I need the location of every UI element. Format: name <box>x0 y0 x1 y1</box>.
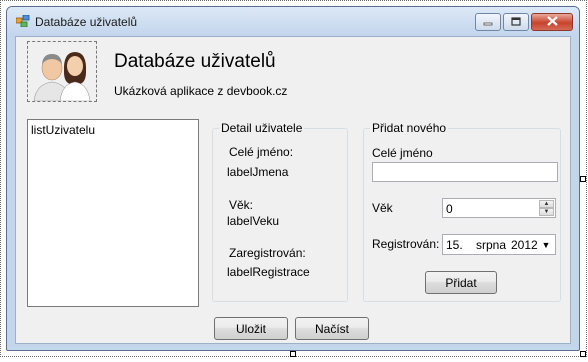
user-detail-group-title: Detail uživatele <box>219 121 305 135</box>
form-window: Databáze uživatelů Databáze uživatelů Uk… <box>6 6 580 351</box>
add-user-group-title: Přidat nového <box>370 121 449 135</box>
full-name-caption: Celé jméno: <box>229 145 294 159</box>
user-detail-groupbox: Detail uživatele Celé jméno: labelJmena … <box>212 121 348 302</box>
age-numeric-updown[interactable]: 0 ▲ ▼ <box>442 198 556 218</box>
full-name-value: labelJmena <box>227 165 289 179</box>
window-title: Databáze uživatelů <box>35 15 138 29</box>
save-button[interactable]: Uložit <box>214 317 288 340</box>
app-title: Databáze uživatelů <box>114 51 276 72</box>
chevron-up-icon: ▲ <box>543 201 550 207</box>
spin-up-button[interactable]: ▲ <box>539 200 554 208</box>
listbox-name-label: listUzivatelu <box>31 123 96 137</box>
new-name-input[interactable] <box>372 162 558 182</box>
minimize-icon <box>483 15 493 29</box>
date-year: 2012 <box>511 238 538 252</box>
maximize-button[interactable] <box>503 13 529 31</box>
load-button[interactable]: Načíst <box>295 317 369 340</box>
close-button[interactable] <box>531 13 573 31</box>
resize-handle-corner[interactable] <box>580 351 586 357</box>
windows-form-icon <box>15 14 30 28</box>
add-user-groupbox: Přidat nového Celé jméno Věk 0 ▲ ▼ Regis… <box>363 121 561 302</box>
form-client-area: Databáze uživatelů Ukázková aplikace z d… <box>15 36 571 344</box>
age-numeric-value: 0 <box>446 202 453 216</box>
new-registered-label: Registrován: <box>372 237 440 251</box>
avatar-picturebox <box>27 41 97 102</box>
resize-handle-right[interactable] <box>580 176 586 182</box>
date-month: srpna <box>476 238 507 252</box>
chevron-down-icon[interactable]: ▼ <box>540 238 552 251</box>
title-bar[interactable]: Databáze uživatelů <box>7 7 579 37</box>
resize-handle-bottom[interactable] <box>290 351 296 357</box>
age-value: labelVeku <box>227 214 280 228</box>
close-icon <box>546 15 558 29</box>
date-day: 15. <box>446 238 463 252</box>
spin-down-button[interactable]: ▼ <box>539 208 554 216</box>
registration-date-picker[interactable]: 15. srpna 2012 ▼ <box>442 234 556 255</box>
new-age-label: Věk <box>372 201 393 215</box>
chevron-down-icon: ▼ <box>543 209 550 215</box>
new-name-label: Celé jméno <box>372 146 433 160</box>
registered-caption: Zaregistrován: <box>229 246 306 260</box>
add-button[interactable]: Přidat <box>425 271 497 294</box>
registered-value: labelRegistrace <box>227 265 310 279</box>
minimize-button[interactable] <box>475 13 501 31</box>
maximize-icon <box>511 15 521 29</box>
age-caption: Věk: <box>229 198 254 212</box>
user-listbox[interactable]: listUzivatelu <box>27 119 199 307</box>
app-subtitle: Ukázková aplikace z devbook.cz <box>114 84 288 98</box>
users-avatar-icon <box>28 52 96 104</box>
